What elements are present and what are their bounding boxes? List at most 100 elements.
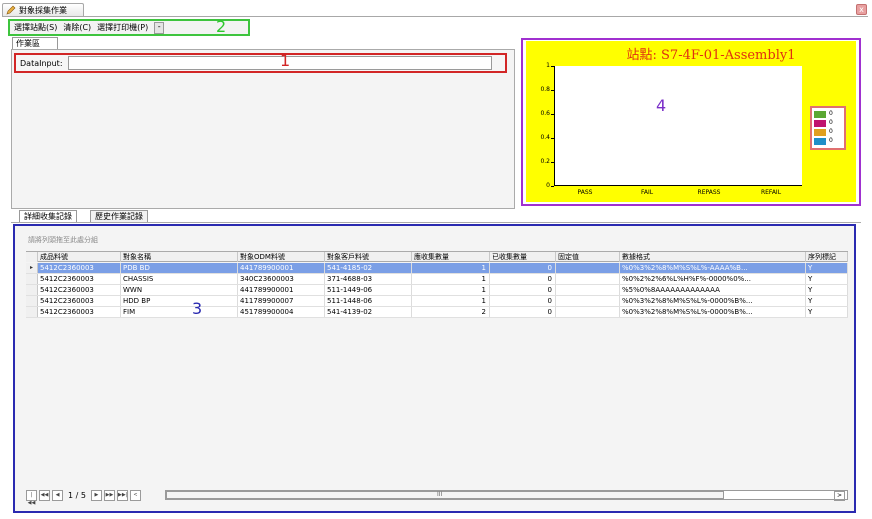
legend-value: 0	[829, 137, 833, 144]
table-cell: Y	[806, 307, 848, 317]
annotation-4: 4	[656, 96, 667, 115]
table-row[interactable]: 5412C2360003 HDD BP 411789900007 511-1448-0…	[26, 296, 848, 307]
menu-bar: 選擇站點(S) 清除(C) 選擇打印機(P) -	[8, 19, 250, 36]
column-header[interactable]: 對象客戶料號	[325, 252, 412, 262]
next-page-button[interactable]: ▶	[90, 490, 102, 501]
last-page-button[interactable]: ▶▶|	[116, 490, 128, 501]
row-indicator[interactable]: ▸	[26, 263, 38, 273]
column-header[interactable]: 固定值	[556, 252, 620, 262]
table-cell: 0	[490, 296, 556, 306]
table-cell: 5412C2360003	[38, 263, 121, 273]
x-tick-label: REFAIL	[760, 189, 782, 196]
table-cell: %5%0%8AAAAAAAAAAAAA	[620, 285, 806, 295]
table-cell: 1	[412, 274, 490, 284]
table-cell: 441789900001	[238, 285, 325, 295]
row-indicator[interactable]	[26, 285, 38, 295]
table-cell: 5412C2360003	[38, 307, 121, 317]
y-tick-mark	[551, 138, 554, 139]
annotation-1: 1	[280, 51, 291, 70]
table-cell: 0	[490, 307, 556, 317]
table-row[interactable]: ▸ 5412C2360003 PDB BD 441789900001 541-4185-…	[26, 263, 848, 274]
x-tick-label: REPASS	[697, 189, 721, 196]
data-input-row: DataInput:	[14, 53, 507, 73]
table-cell: 0	[490, 274, 556, 284]
table-cell: Y	[806, 263, 848, 273]
table-row[interactable]: 5412C2360003 FIM 451789900004 541-4139-02 2 0…	[26, 307, 848, 318]
column-header[interactable]: 對象名稱	[121, 252, 238, 262]
row-indicator[interactable]	[26, 274, 38, 284]
x-tick-label: PASS	[577, 189, 593, 196]
table-cell: 1	[412, 285, 490, 295]
horizontal-scrollbar[interactable]: III >	[165, 490, 848, 501]
column-header[interactable]: 已收集數量	[490, 252, 556, 262]
scroll-left-button[interactable]: <	[129, 490, 141, 501]
column-header[interactable]: 應收集數量	[412, 252, 490, 262]
legend-value: 0	[829, 110, 833, 117]
window-tab[interactable]: 對象採集作業	[2, 3, 84, 17]
legend-swatch	[814, 110, 826, 118]
column-header[interactable]: 成品料號	[38, 252, 121, 262]
table-row[interactable]: 5412C2360003 WWN 441789900001 511-1449-06 1 0…	[26, 285, 848, 296]
prev-page-group-button[interactable]: ◀◀	[39, 490, 50, 501]
table-cell: 5412C2360003	[38, 274, 121, 284]
table-cell: FIM	[121, 307, 238, 317]
title-divider	[2, 16, 868, 17]
menu-select-station[interactable]: 選擇站點(S)	[14, 22, 57, 33]
close-button[interactable]: x	[856, 4, 867, 15]
scrollbar-grip: III	[437, 491, 443, 498]
table-cell: 340C23600003	[238, 274, 325, 284]
legend-item: 0	[814, 119, 842, 127]
table-cell	[556, 307, 620, 317]
legend-item: 0	[814, 110, 842, 118]
table-row[interactable]: 5412C2360003 CHASSIS 340C23600003 371-4688-…	[26, 274, 848, 285]
row-indicator[interactable]	[26, 307, 38, 317]
table-cell	[556, 263, 620, 273]
column-header[interactable]: 數據格式	[620, 252, 806, 262]
table-cell: %0%3%2%8%M%S%L%-0000%B%...	[620, 296, 806, 306]
legend-value: 0	[829, 128, 833, 135]
table-cell: 541-4139-02	[325, 307, 412, 317]
page-indicator: 1 / 5	[68, 491, 86, 500]
legend-item: 0	[814, 137, 842, 145]
table-cell: 5412C2360003	[38, 285, 121, 295]
table-cell: WWN	[121, 285, 238, 295]
grid-header: 成品料號 對象名稱 對象ODM料號 對象客戶料號 應收集數量 已收集數量 固定值 數據格式 序列…	[26, 251, 848, 262]
y-tick-mark	[551, 66, 554, 67]
first-page-button[interactable]: |◀◀	[26, 490, 37, 506]
table-cell: 2	[412, 307, 490, 317]
table-cell: 1	[412, 296, 490, 306]
table-cell: Y	[806, 296, 848, 306]
table-cell: PDB BD	[121, 263, 238, 273]
table-cell: 5412C2360003	[38, 296, 121, 306]
y-tick-mark	[551, 114, 554, 115]
y-tick-label: 0.2	[540, 158, 550, 165]
table-cell: 1	[412, 263, 490, 273]
scrollbar-thumb[interactable]: III	[166, 491, 724, 499]
menu-clear[interactable]: 清除(C)	[63, 22, 91, 33]
table-cell: Y	[806, 285, 848, 295]
prev-page-button[interactable]: ◀	[52, 490, 63, 501]
table-cell: 451789900004	[238, 307, 325, 317]
menu-select-printer[interactable]: 選擇打印機(P)	[97, 22, 148, 33]
legend-value: 0	[829, 119, 833, 126]
legend-swatch	[814, 119, 826, 127]
y-tick-label: 0.6	[540, 110, 550, 117]
table-cell	[556, 285, 620, 295]
table-cell: %0%3%2%8%M%S%L%-AAAA%B...	[620, 263, 806, 273]
scroll-right-button[interactable]: >	[834, 491, 845, 501]
data-input-label: DataInput:	[20, 58, 63, 68]
row-indicator[interactable]	[26, 296, 38, 306]
chart-title: 站點: S7-4F-01-Assembly1	[626, 48, 796, 63]
column-header[interactable]: 對象ODM料號	[238, 252, 325, 262]
menu-overflow-dropdown[interactable]: -	[154, 21, 165, 34]
table-cell: 411789900007	[238, 296, 325, 306]
header-corner	[26, 252, 38, 262]
table-cell	[556, 296, 620, 306]
work-area-panel	[11, 49, 515, 209]
column-header[interactable]: 序列標記	[806, 252, 848, 262]
next-page-group-button[interactable]: ▶▶	[103, 490, 115, 501]
table-cell: 541-4185-02	[325, 263, 412, 273]
table-cell: Y	[806, 274, 848, 284]
table-cell: 0	[490, 285, 556, 295]
legend-swatch	[814, 137, 826, 145]
